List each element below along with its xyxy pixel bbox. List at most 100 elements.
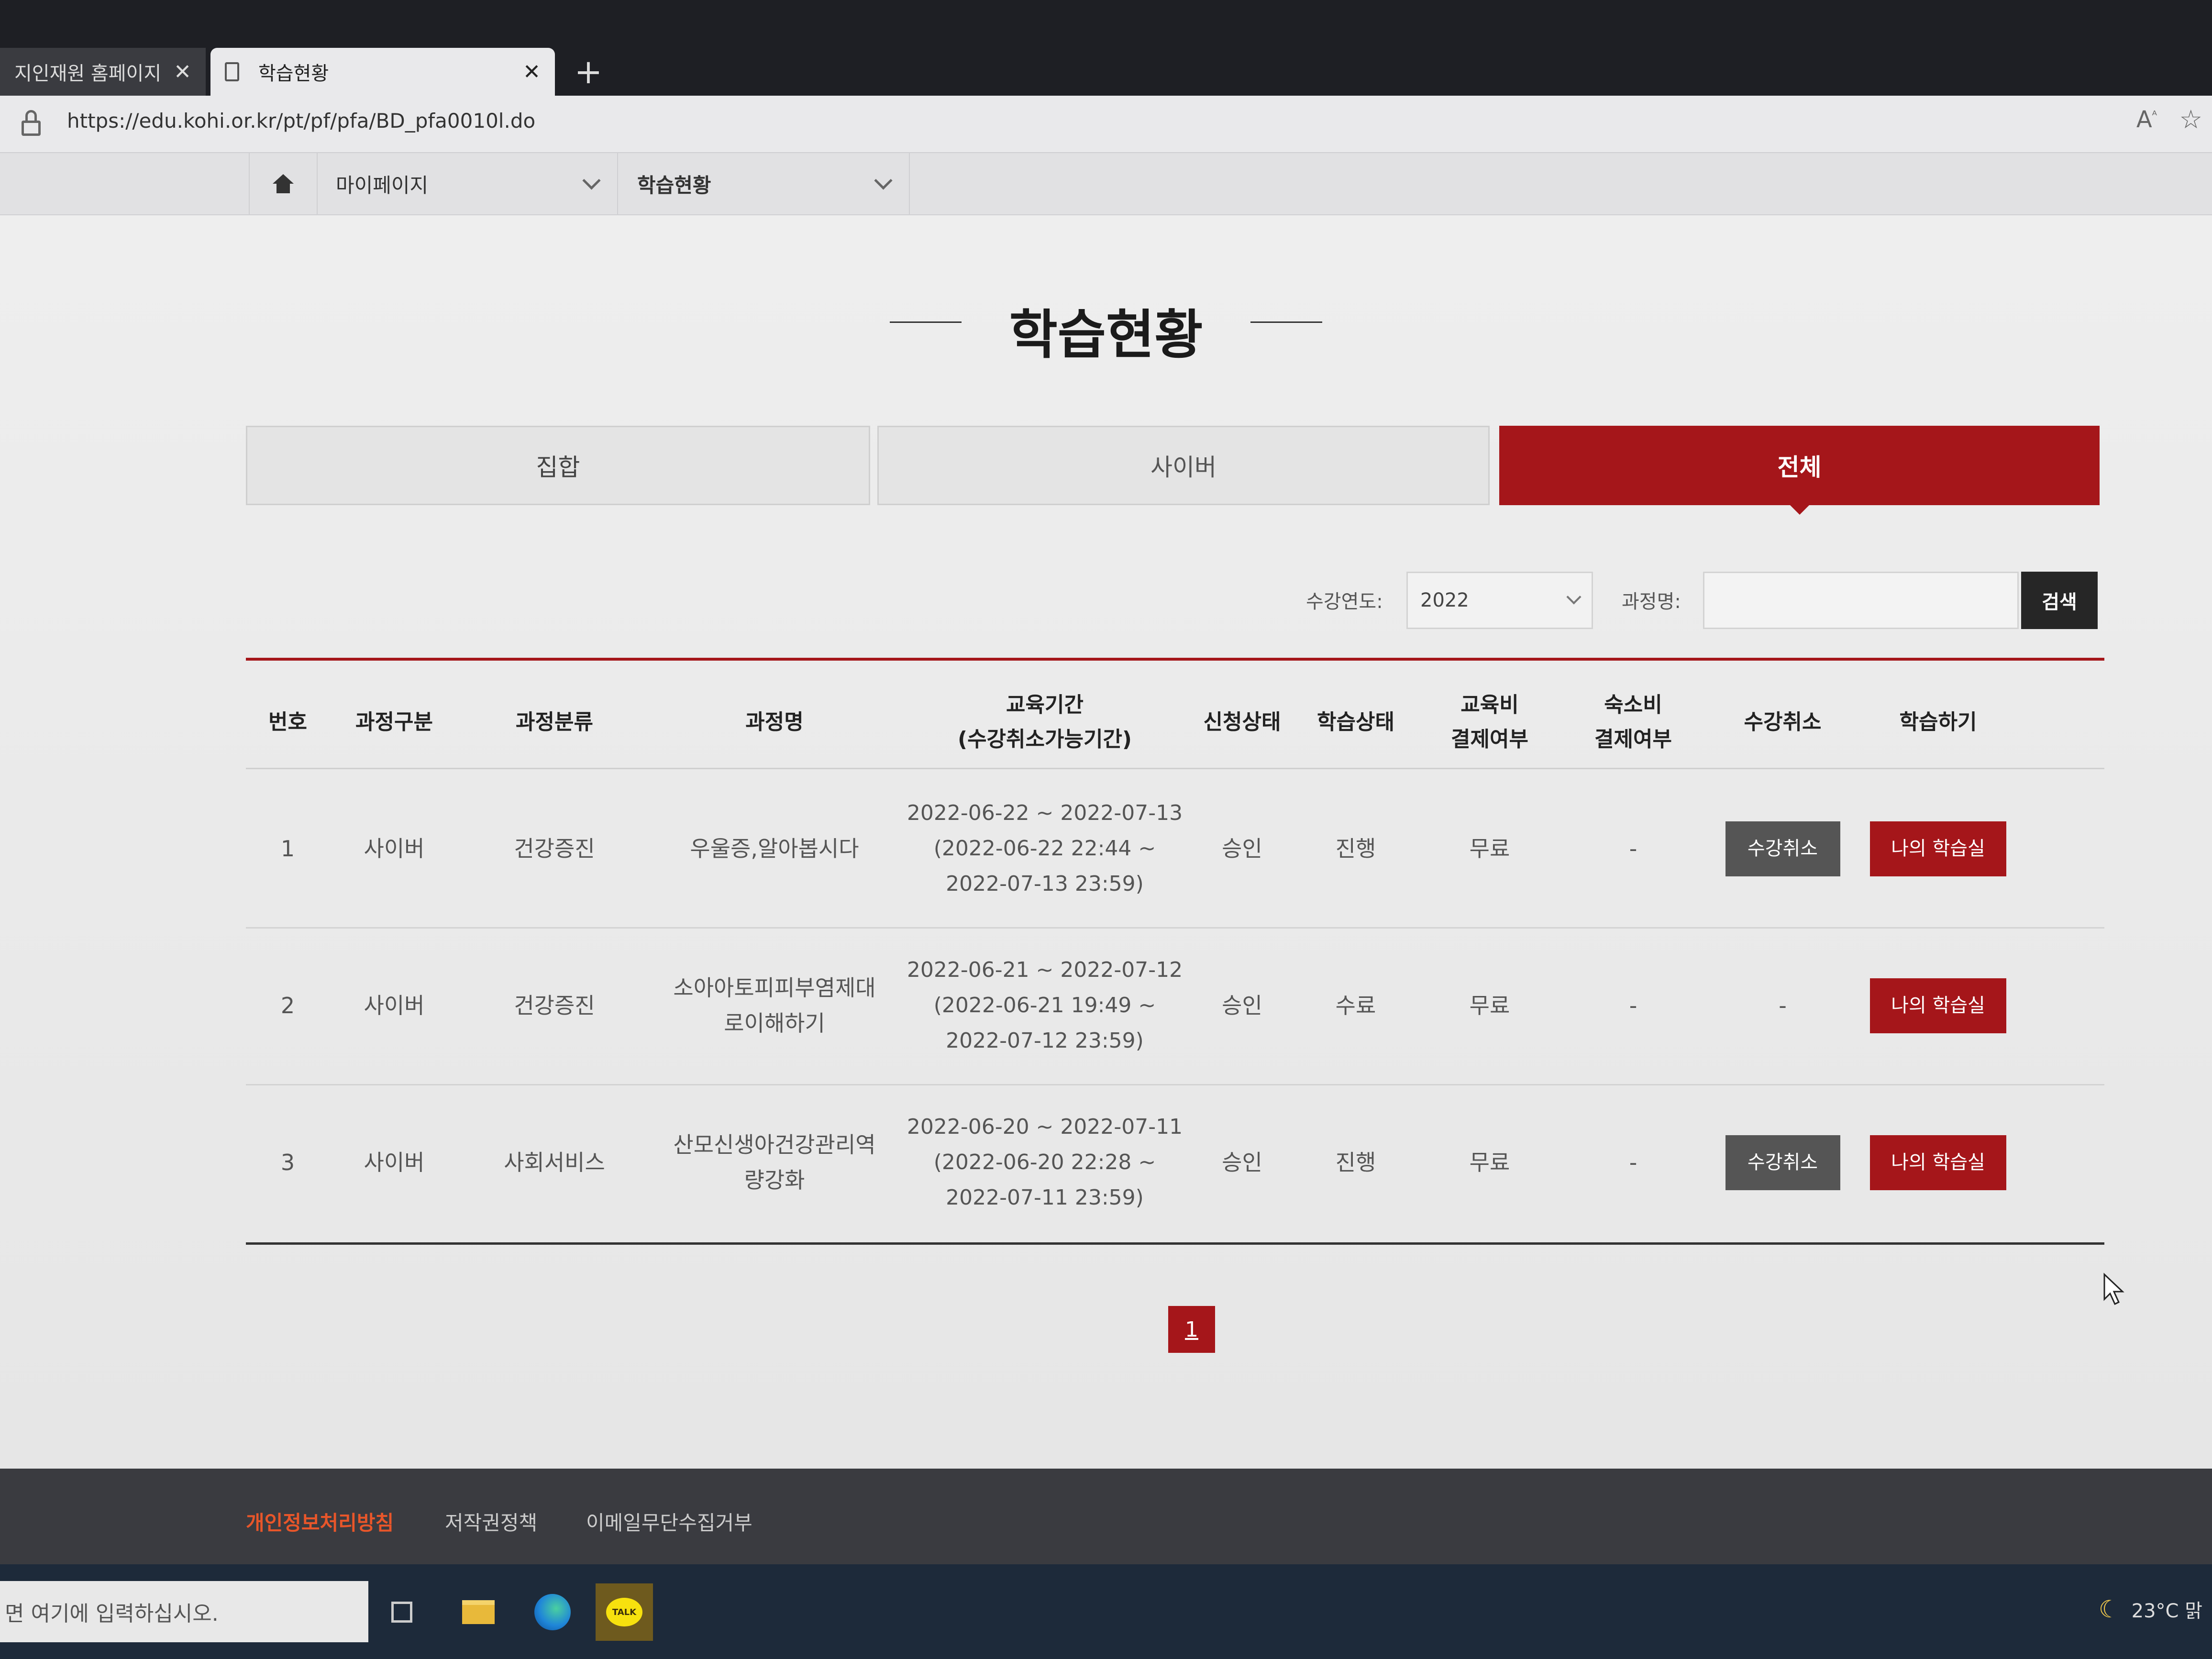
cell-learning-status: 수료 [1335, 993, 1376, 1018]
moon-icon: ☾ [2098, 1595, 2120, 1623]
home-icon [273, 174, 294, 193]
cell-no: 1 [280, 836, 295, 862]
header-fee-payment: 교육비 결제여부 [1418, 677, 1561, 768]
cell-no: 3 [280, 1150, 295, 1175]
my-classroom-button[interactable]: 나의 학습실 [1870, 821, 2006, 876]
header-study: 학습하기 [1899, 710, 1977, 734]
tab-all[interactable]: 전체 [1499, 426, 2100, 515]
cell-study: 나의 학습실 [1860, 770, 2016, 927]
nav-dropdown-learning-status[interactable]: 학습현황 [618, 153, 910, 214]
cancel-range-end: 2022-07-12 23:59) [946, 1029, 1144, 1053]
cell-type: 사이버 [364, 1150, 425, 1175]
cell-category: 사회서비스 [504, 1150, 605, 1175]
header-period-line1: 교육기간 [1006, 693, 1084, 717]
mouse-cursor-icon [2103, 1272, 2124, 1305]
cell-study: 나의 학습실 [1860, 1084, 2016, 1241]
cell-period: 2022-06-20 ~ 2022-07-11 (2022-06-20 22:2… [899, 1084, 1191, 1241]
course-name-line2: 량강화 [744, 1167, 805, 1193]
my-classroom-button[interactable]: 나의 학습실 [1870, 1135, 2006, 1190]
weather-widget[interactable]: ☾ 23°C 맑 [2099, 1595, 2202, 1623]
cell-lodging-payment: - [1629, 836, 1637, 862]
close-tab-icon[interactable]: ✕ [174, 60, 191, 84]
footer-link-email-refusal[interactable]: 이메일무단수집거부 [586, 1507, 752, 1536]
cancel-enrollment-button[interactable]: 수강취소 [1725, 821, 1840, 876]
header-learning-status: 학습상태 [1317, 710, 1394, 734]
url-field[interactable]: https://edu.kohi.or.kr/pt/pf/pfa/BD_pfa0… [67, 109, 535, 133]
table-row: 3 사이버 사회서비스 산모신생아건강관리역 량강화 2022-06-20 ~ … [246, 1084, 2104, 1241]
header-period-line2: (수강취소가능기간) [957, 727, 1132, 752]
cell-fee-payment: 무료 [1469, 836, 1510, 862]
cancel-range-start: (2022-06-21 19:49 ~ [933, 993, 1156, 1018]
header-lodging-payment: 숙소비 결제여부 [1561, 677, 1705, 768]
period-range: 2022-06-22 ~ 2022-07-13 [907, 801, 1183, 825]
tab-cyber[interactable]: 사이버 [877, 426, 1490, 505]
tab-group[interactable]: 집합 [246, 426, 870, 505]
my-classroom-button[interactable]: 나의 학습실 [1870, 978, 2006, 1033]
course-name-line1: 소아아토피피부염제대 [673, 975, 876, 1001]
cell-lodging-payment: - [1629, 1150, 1637, 1175]
favorite-star-icon[interactable]: ☆ [2179, 104, 2202, 134]
header-lodging-line1: 숙소비 [1604, 693, 1662, 717]
search-bar: 수강연도: 2022 과정명: 검색 [1292, 572, 2105, 629]
cancel-enrollment-button[interactable]: 수강취소 [1725, 1135, 1840, 1190]
course-name-input[interactable] [1703, 572, 2019, 629]
tab-all-label: 전체 [1777, 453, 1822, 481]
cell-course-name: 우울증,알아봅시다 [650, 770, 899, 927]
file-explorer-icon[interactable] [450, 1583, 507, 1641]
browser-tab[interactable]: 지인재원 홈페이지 : ✕ [0, 48, 206, 96]
header-period: 교육기간 (수강취소가능기간) [899, 677, 1191, 768]
cancel-range-end: 2022-07-11 23:59) [946, 1185, 1144, 1210]
weather-text: 23°C 맑 [2131, 1600, 2202, 1622]
header-fee-line2: 결제여부 [1451, 727, 1528, 752]
header-category: 과정분류 [516, 710, 593, 734]
site-navigation: 마이페이지 학습현황 [0, 153, 2212, 215]
header-no: 번호 [268, 710, 307, 734]
pagination-page-1[interactable]: 1 [1168, 1306, 1215, 1353]
title-divider [1250, 321, 1323, 323]
chevron-down-icon [582, 171, 601, 190]
header-lodging-line2: 결제여부 [1594, 727, 1672, 752]
document-icon [225, 62, 239, 81]
cell-category: 건강증진 [514, 836, 595, 862]
year-select[interactable]: 2022 [1406, 572, 1593, 629]
course-name-label: 과정명: [1622, 591, 1681, 613]
cell-course-name: 산모신생아건강관리역 량강화 [650, 1084, 899, 1241]
table-header: 번호 과정구분 과정분류 과정명 교육기간 (수강취소가능기간) 신청상태 학습… [246, 677, 2104, 769]
cell-fee-payment: 무료 [1469, 1150, 1510, 1175]
cell-apply-status: 승인 [1222, 1150, 1262, 1175]
lock-icon[interactable] [22, 110, 41, 137]
cell-apply-status: 승인 [1222, 836, 1262, 862]
new-tab-button[interactable]: + [569, 53, 608, 91]
cell-course-name: 소아아토피피부염제대 로이해하기 [650, 927, 899, 1084]
table-row: 2 사이버 건강증진 소아아토피피부염제대 로이해하기 2022-06-21 ~… [246, 927, 2104, 1085]
course-type-tabs: 집합 사이버 전체 [246, 426, 2100, 515]
tab-title: 지인재원 홈페이지 : [14, 63, 165, 85]
browser-tab-active[interactable]: 학습현황 ✕ [210, 48, 555, 96]
header-course-name: 과정명 [745, 710, 804, 734]
main-content: 학습현황 집합 사이버 전체 수강연도: 2022 과정명: 검색 번호 과정구… [0, 215, 2212, 1469]
footer-link-copyright-policy[interactable]: 저작권정책 [445, 1507, 537, 1536]
year-label: 수강연도: [1306, 591, 1383, 613]
cell-period: 2022-06-22 ~ 2022-07-13 (2022-06-22 22:4… [899, 770, 1191, 927]
task-view-icon[interactable] [373, 1583, 431, 1641]
os-taskbar: 면 여기에 입력하십시오. TALK ☾ 23°C 맑 [0, 1564, 2212, 1659]
cell-apply-status: 승인 [1222, 993, 1262, 1018]
period-range: 2022-06-21 ~ 2022-07-12 [907, 958, 1183, 982]
edge-browser-icon[interactable] [524, 1583, 581, 1641]
taskbar-search-input[interactable]: 면 여기에 입력하십시오. [0, 1581, 368, 1642]
nav-dropdown-mypage[interactable]: 마이페이지 [317, 153, 618, 214]
header-fee-line1: 교육비 [1460, 693, 1519, 717]
header-apply-status: 신청상태 [1203, 710, 1281, 734]
kakaotalk-icon[interactable]: TALK [596, 1583, 653, 1641]
table-top-border [246, 658, 2104, 661]
home-button[interactable] [249, 153, 318, 214]
chevron-down-icon [1566, 589, 1582, 605]
close-tab-icon[interactable]: ✕ [523, 60, 541, 84]
cell-lodging-payment: - [1629, 993, 1637, 1018]
tab-title: 학습현황 [258, 63, 329, 85]
read-aloud-icon[interactable]: Aᴬ [2136, 106, 2157, 133]
cell-learning-status: 진행 [1335, 836, 1376, 862]
footer-link-privacy-policy[interactable]: 개인정보처리방침 [246, 1507, 394, 1536]
search-button[interactable]: 검색 [2021, 572, 2098, 629]
title-divider [889, 321, 962, 323]
